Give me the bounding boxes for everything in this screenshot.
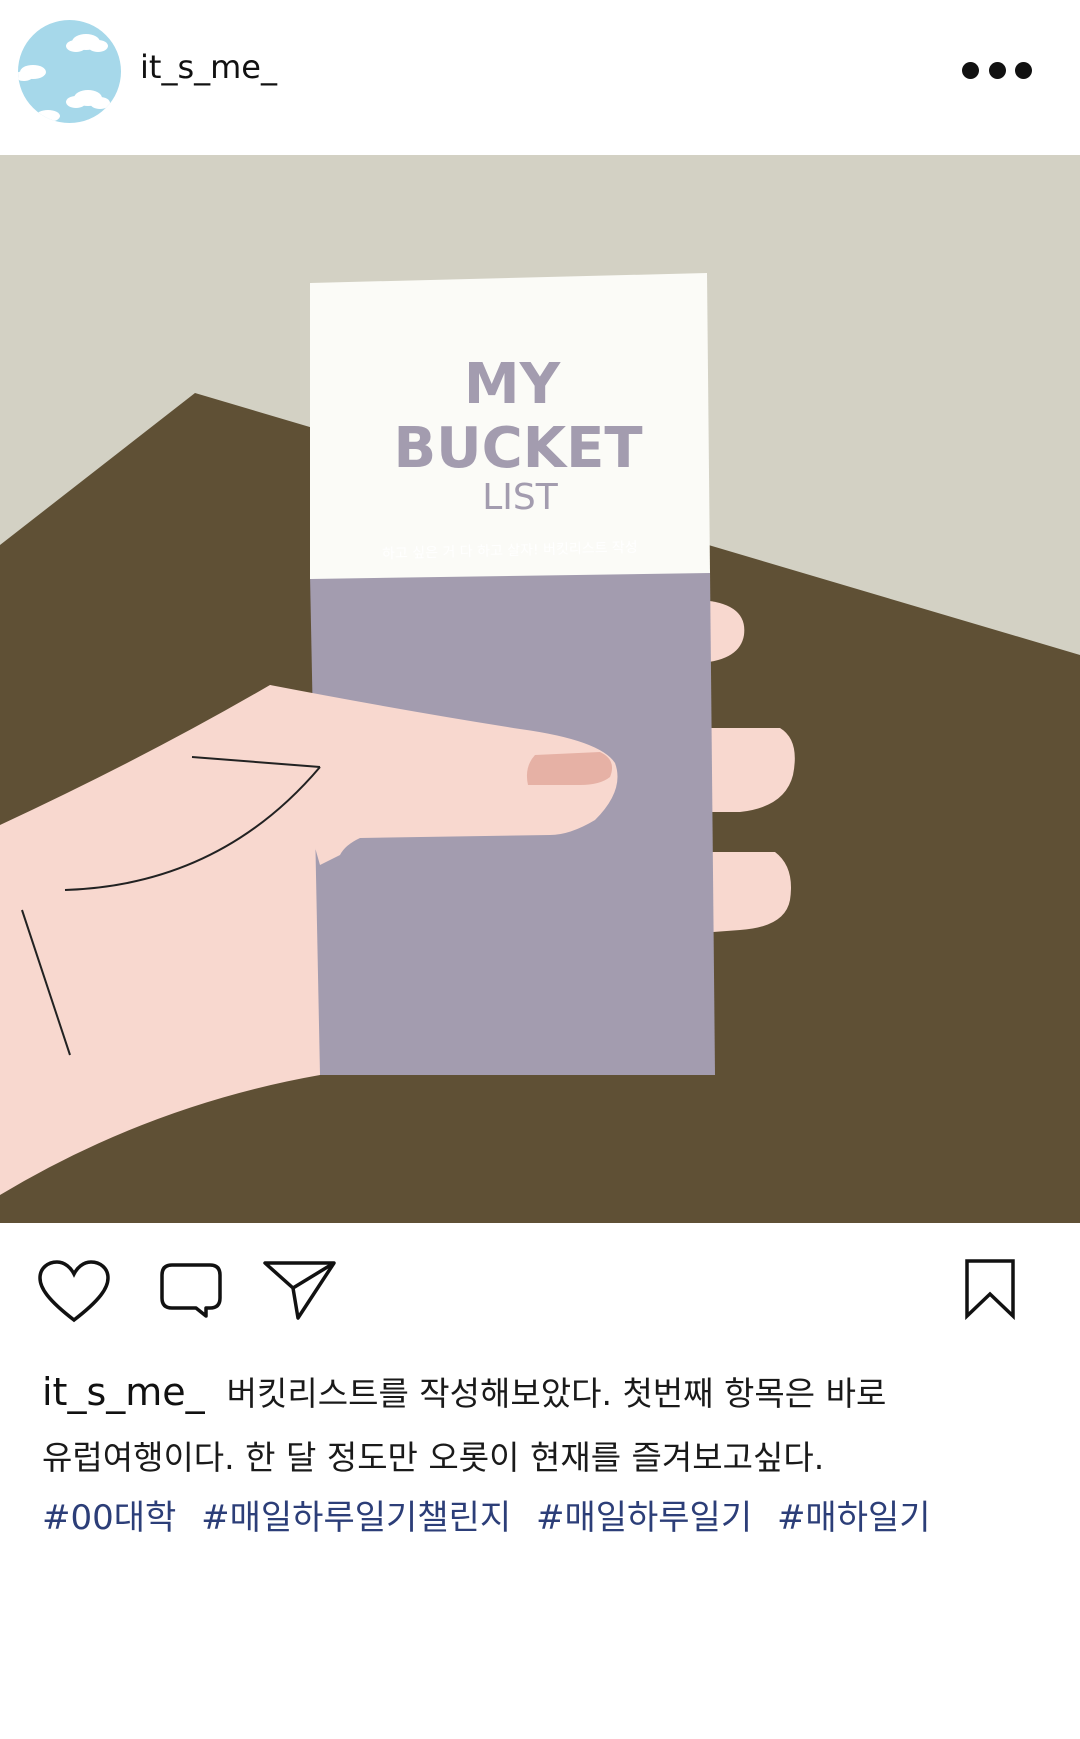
dot [988,61,1006,79]
caption-line-1: it_s_me_ 버킷리스트를 작성해보았다. 첫번째 항목은 바로 [42,1360,1052,1426]
hashtag-link[interactable]: #매일하루일기챌린지 [201,1498,511,1538]
instagram-post: it_s_me_ MY BUCKET LIST 하고 싶은 거 다 하고 살자!… [0,0,1080,1739]
hashtag-link[interactable]: #매하일기 [777,1498,931,1538]
caption-line-2: 유럽여행이다. 한 달 정도만 오롯이 현재를 즐겨보고싶다. [42,1438,825,1477]
thumbnail-nail [526,752,613,785]
more-dots-icon[interactable] [962,58,1032,82]
send-icon[interactable] [262,1258,338,1326]
header-username[interactable]: it_s_me_ [140,48,277,86]
avatar[interactable] [18,20,121,123]
caption-username[interactable]: it_s_me_ [42,1370,205,1414]
comment-icon[interactable] [158,1262,224,1322]
caption-text-1: 버킷리스트를 작성해보았다. 첫번째 항목은 바로 [226,1374,887,1413]
dot [1015,61,1032,79]
post-caption: it_s_me_ 버킷리스트를 작성해보았다. 첫번째 항목은 바로 유럽여행이다… [42,1360,1052,1490]
bookmark-icon[interactable] [964,1258,1016,1324]
card-title-list: LIST [482,477,559,518]
post-image[interactable]: MY BUCKET LIST 하고 싶은 거 다 하고 살자! 버킷리스트 작성 [0,155,1080,1223]
bucket-list-illustration: MY BUCKET LIST 하고 싶은 거 다 하고 살자! 버킷리스트 작성 [0,155,1080,1223]
hashtag-link[interactable]: #00대학 [42,1498,176,1538]
card-title-bucket: BUCKET [393,416,642,481]
post-header: it_s_me_ [0,0,1080,155]
sky-clouds-avatar-icon [18,20,121,123]
heart-icon[interactable] [38,1260,110,1328]
dot [962,61,979,79]
card-title-my: MY [464,352,562,417]
hashtag-link[interactable]: #매일하루일기 [536,1498,752,1538]
hashtags: #00대학 #매일하루일기챌린지 #매일하루일기 #매하일기 [42,1490,1052,1546]
